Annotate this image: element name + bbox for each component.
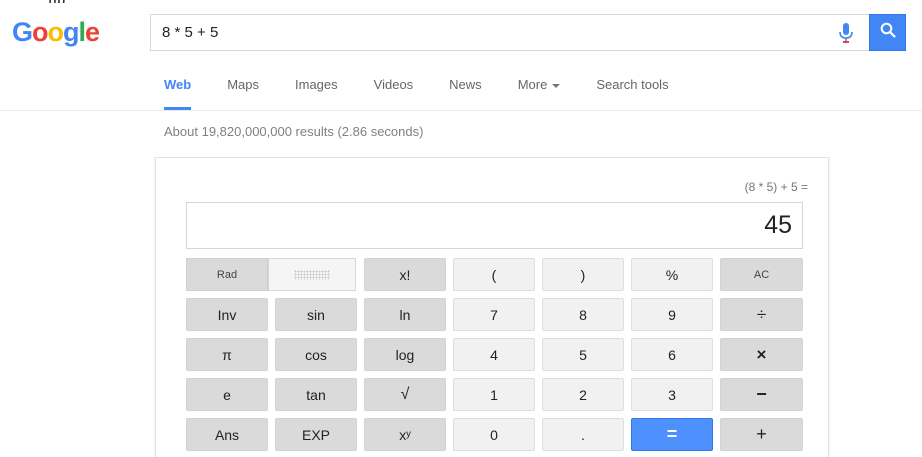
tab-more-label: More xyxy=(517,77,548,92)
equals-button[interactable]: = xyxy=(631,418,713,451)
close-paren-button[interactable]: ) xyxy=(542,258,624,291)
tab-maps[interactable]: Maps xyxy=(227,76,259,110)
ans-button[interactable]: Ans xyxy=(186,418,268,451)
digit-0-button[interactable]: 0 xyxy=(453,418,535,451)
header-divider xyxy=(0,110,922,111)
sin-button[interactable]: sin xyxy=(275,298,357,331)
search-button[interactable] xyxy=(869,14,906,51)
tan-button[interactable]: tan xyxy=(275,378,357,411)
pi-button[interactable]: π xyxy=(186,338,268,371)
multiply-button[interactable]: × xyxy=(720,338,803,371)
digit-1-button[interactable]: 1 xyxy=(453,378,535,411)
google-logo[interactable]: Google xyxy=(12,15,100,49)
tab-videos[interactable]: Videos xyxy=(374,76,414,110)
magnifier-icon xyxy=(880,22,896,43)
e-button[interactable]: e xyxy=(186,378,268,411)
power-button[interactable]: xʸ xyxy=(364,418,446,451)
divide-button[interactable]: ÷ xyxy=(720,298,803,331)
calculator-card: (8 * 5) + 5 = 45 Rad x! ( ) % AC Inv sin… xyxy=(155,157,829,457)
clipped-heading-fragment: ng xyxy=(48,0,138,3)
inv-button[interactable]: Inv xyxy=(186,298,268,331)
digit-2-button[interactable]: 2 xyxy=(542,378,624,411)
cos-button[interactable]: cos xyxy=(275,338,357,371)
digit-4-button[interactable]: 4 xyxy=(453,338,535,371)
open-paren-button[interactable]: ( xyxy=(453,258,535,291)
digit-6-button[interactable]: 6 xyxy=(631,338,713,371)
clear-button[interactable]: AC xyxy=(720,258,803,291)
microphone-icon[interactable] xyxy=(837,22,855,44)
dots-icon xyxy=(294,269,330,280)
digit-3-button[interactable]: 3 xyxy=(631,378,713,411)
calculator-result: 45 xyxy=(764,211,792,239)
search-input[interactable] xyxy=(162,15,802,50)
search-box xyxy=(150,14,869,51)
logo-letter: G xyxy=(12,17,33,47)
logo-letter: g xyxy=(63,17,79,47)
tab-web[interactable]: Web xyxy=(164,76,192,110)
caret-down-icon xyxy=(552,83,561,88)
minus-button[interactable]: − xyxy=(720,378,803,411)
digit-5-button[interactable]: 5 xyxy=(542,338,624,371)
digit-9-button[interactable]: 9 xyxy=(631,298,713,331)
calculator-expression: (8 * 5) + 5 = xyxy=(744,180,808,194)
percent-button[interactable]: % xyxy=(631,258,713,291)
decimal-button[interactable]: . xyxy=(542,418,624,451)
digit-7-button[interactable]: 7 xyxy=(453,298,535,331)
search-tabs: Web Maps Images Videos News More Search … xyxy=(164,76,705,110)
logo-letter: o xyxy=(47,17,64,47)
ln-button[interactable]: ln xyxy=(364,298,446,331)
deg-toggle[interactable] xyxy=(268,258,356,291)
calculator-display: 45 xyxy=(186,202,803,249)
tab-search-tools[interactable]: Search tools xyxy=(596,76,668,110)
factorial-button[interactable]: x! xyxy=(364,258,446,291)
logo-letter: o xyxy=(32,17,48,47)
tab-images[interactable]: Images xyxy=(295,76,338,110)
plus-button[interactable]: + xyxy=(720,418,803,451)
digit-8-button[interactable]: 8 xyxy=(542,298,624,331)
sqrt-button[interactable]: √ xyxy=(364,378,446,411)
rad-toggle[interactable]: Rad xyxy=(186,258,268,291)
tab-news[interactable]: News xyxy=(449,76,482,110)
results-count: About 19,820,000,000 results (2.86 secon… xyxy=(164,124,424,139)
logo-letter: e xyxy=(85,17,100,47)
exp-button[interactable]: EXP xyxy=(275,418,357,451)
log-button[interactable]: log xyxy=(364,338,446,371)
tab-more[interactable]: More xyxy=(518,76,561,110)
